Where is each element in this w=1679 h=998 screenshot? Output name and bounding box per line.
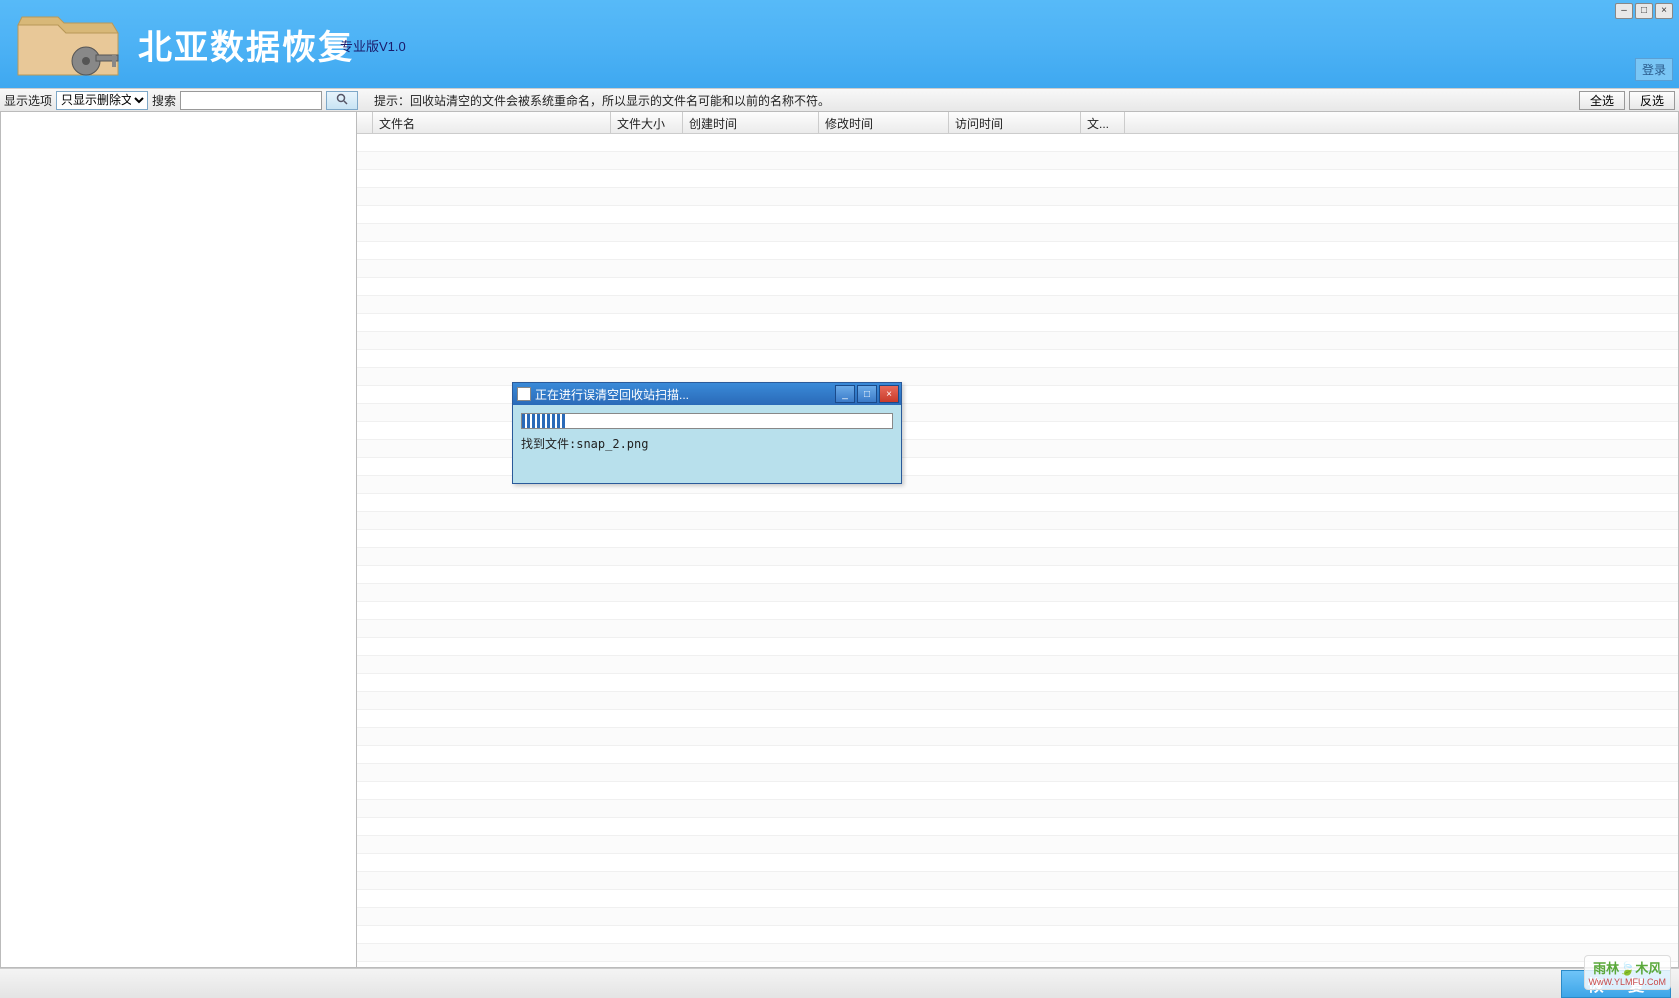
table-row[interactable] bbox=[357, 872, 1678, 890]
watermark-title: 雨林🍃木风 bbox=[1589, 958, 1667, 977]
table-row[interactable] bbox=[357, 512, 1678, 530]
window-controls: – □ × bbox=[1615, 3, 1673, 19]
table-row[interactable] bbox=[357, 674, 1678, 692]
file-list-panel: 文件名 文件大小 创建时间 修改时间 访问时间 文... bbox=[357, 112, 1679, 968]
table-row[interactable] bbox=[357, 584, 1678, 602]
app-title: 北亚数据恢复 bbox=[138, 20, 354, 69]
table-row[interactable] bbox=[357, 638, 1678, 656]
search-input[interactable] bbox=[180, 91, 322, 110]
maximize-button[interactable]: □ bbox=[1635, 3, 1653, 19]
table-row[interactable] bbox=[357, 260, 1678, 278]
table-row[interactable] bbox=[357, 278, 1678, 296]
bottom-bar: 恢 复 bbox=[0, 968, 1679, 998]
dialog-maximize-button[interactable]: □ bbox=[857, 385, 877, 403]
login-button[interactable]: 登录 bbox=[1635, 58, 1673, 81]
select-all-button[interactable]: 全选 bbox=[1579, 91, 1625, 110]
column-checkbox[interactable] bbox=[357, 112, 373, 133]
table-row[interactable] bbox=[357, 800, 1678, 818]
table-row[interactable] bbox=[357, 152, 1678, 170]
table-row[interactable] bbox=[357, 314, 1678, 332]
table-row[interactable] bbox=[357, 782, 1678, 800]
table-row[interactable] bbox=[357, 530, 1678, 548]
table-row[interactable] bbox=[357, 494, 1678, 512]
table-header: 文件名 文件大小 创建时间 修改时间 访问时间 文... bbox=[357, 112, 1678, 134]
column-filesize[interactable]: 文件大小 bbox=[611, 112, 683, 133]
toolbar-hint: 提示：回收站清空的文件会被系统重命名，所以显示的文件名可能和以前的名称不符。 bbox=[374, 92, 830, 109]
table-row[interactable] bbox=[357, 170, 1678, 188]
dialog-icon bbox=[517, 387, 531, 401]
search-label: 搜索 bbox=[152, 92, 176, 109]
table-row[interactable] bbox=[357, 908, 1678, 926]
folder-lock-icon bbox=[8, 5, 128, 83]
main-area: 文件名 文件大小 创建时间 修改时间 访问时间 文... bbox=[0, 112, 1679, 968]
tree-panel[interactable] bbox=[0, 112, 357, 968]
column-access-time[interactable]: 访问时间 bbox=[949, 112, 1081, 133]
table-row[interactable] bbox=[357, 224, 1678, 242]
dialog-window-controls: _ □ × bbox=[835, 385, 901, 403]
table-row[interactable] bbox=[357, 692, 1678, 710]
dialog-titlebar[interactable]: 正在进行误清空回收站扫描... _ □ × bbox=[513, 383, 901, 405]
logo-area: 北亚数据恢复 bbox=[0, 5, 354, 83]
minimize-button[interactable]: – bbox=[1615, 3, 1633, 19]
table-row[interactable] bbox=[357, 620, 1678, 638]
display-option-label: 显示选项 bbox=[4, 92, 52, 109]
watermark: 雨林🍃木风 WwW.YLMFU.CoM bbox=[1584, 955, 1672, 990]
dialog-close-button[interactable]: × bbox=[879, 385, 899, 403]
display-option-select[interactable]: 只显示删除文件 bbox=[56, 91, 148, 110]
table-row[interactable] bbox=[357, 188, 1678, 206]
search-button[interactable] bbox=[326, 91, 358, 110]
toolbar: 显示选项 只显示删除文件 搜索 提示：回收站清空的文件会被系统重命名，所以显示的… bbox=[0, 88, 1679, 112]
progress-bar bbox=[521, 413, 893, 429]
watermark-url: WwW.YLMFU.CoM bbox=[1589, 977, 1667, 987]
table-row[interactable] bbox=[357, 728, 1678, 746]
table-row[interactable] bbox=[357, 854, 1678, 872]
version-label: 专业版V1.0 bbox=[340, 36, 406, 55]
table-row[interactable] bbox=[357, 710, 1678, 728]
invert-selection-button[interactable]: 反选 bbox=[1629, 91, 1675, 110]
app-header: 北亚数据恢复 专业版V1.0 登录 bbox=[0, 0, 1679, 88]
table-row[interactable] bbox=[357, 746, 1678, 764]
table-row[interactable] bbox=[357, 836, 1678, 854]
column-create-time[interactable]: 创建时间 bbox=[683, 112, 819, 133]
table-row[interactable] bbox=[357, 350, 1678, 368]
column-modify-time[interactable]: 修改时间 bbox=[819, 112, 949, 133]
table-row[interactable] bbox=[357, 332, 1678, 350]
table-row[interactable] bbox=[357, 944, 1678, 962]
table-row[interactable] bbox=[357, 764, 1678, 782]
table-row[interactable] bbox=[357, 566, 1678, 584]
dialog-body: 找到文件:snap_2.png bbox=[513, 405, 901, 483]
column-ext[interactable]: 文... bbox=[1081, 112, 1125, 133]
table-row[interactable] bbox=[357, 926, 1678, 944]
scan-progress-dialog: 正在进行误清空回收站扫描... _ □ × 找到文件:snap_2.png bbox=[512, 382, 902, 484]
table-body[interactable] bbox=[357, 134, 1678, 967]
table-row[interactable] bbox=[357, 296, 1678, 314]
dialog-title: 正在进行误清空回收站扫描... bbox=[535, 386, 835, 403]
table-row[interactable] bbox=[357, 890, 1678, 908]
table-row[interactable] bbox=[357, 134, 1678, 152]
table-row[interactable] bbox=[357, 656, 1678, 674]
progress-fill bbox=[522, 414, 566, 428]
table-row[interactable] bbox=[357, 548, 1678, 566]
close-button[interactable]: × bbox=[1655, 3, 1673, 19]
table-row[interactable] bbox=[357, 206, 1678, 224]
table-row[interactable] bbox=[357, 602, 1678, 620]
search-icon bbox=[336, 93, 348, 108]
dialog-minimize-button[interactable]: _ bbox=[835, 385, 855, 403]
table-row[interactable] bbox=[357, 818, 1678, 836]
scan-status-text: 找到文件:snap_2.png bbox=[521, 435, 893, 475]
column-filename[interactable]: 文件名 bbox=[373, 112, 611, 133]
table-row[interactable] bbox=[357, 242, 1678, 260]
